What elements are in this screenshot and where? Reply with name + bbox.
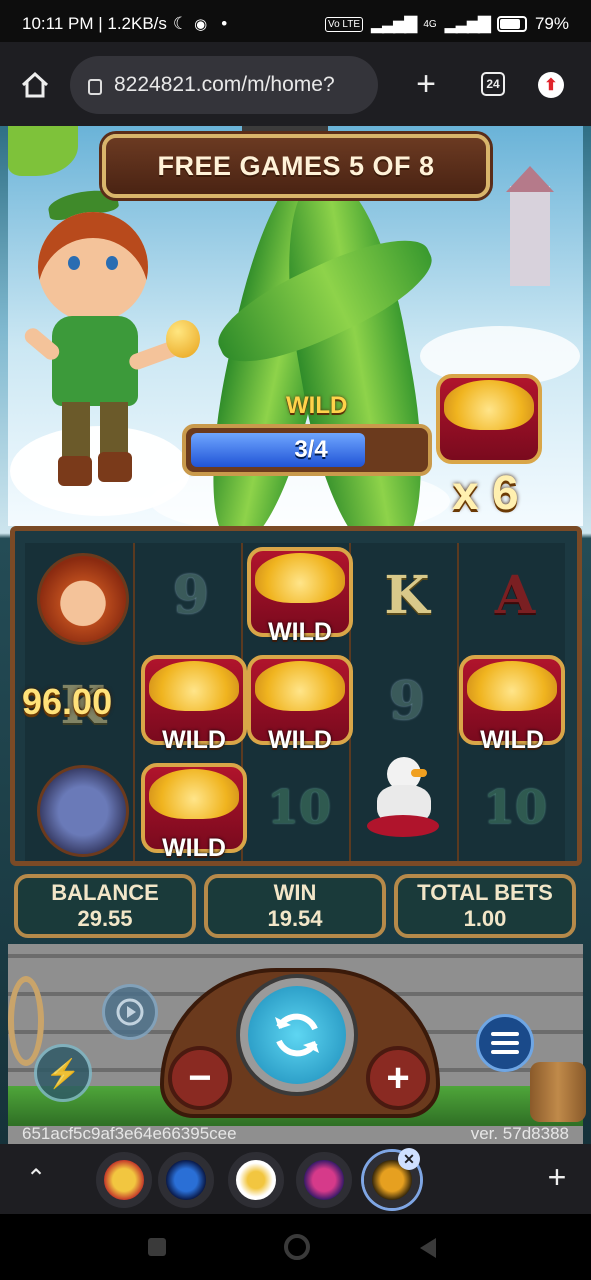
version-label: ver. 57d8388 <box>470 1124 569 1143</box>
wild-meter-label: WILD <box>286 392 348 419</box>
jack-symbol <box>37 553 129 645</box>
win-value: 19.54 <box>267 906 323 931</box>
close-tab-icon[interactable]: ✕ <box>398 1148 420 1170</box>
golden-egg-icon <box>166 320 200 358</box>
tab-favicon[interactable] <box>96 1152 152 1208</box>
total-bets-label: TOTAL BETS <box>417 880 553 905</box>
home-icon[interactable] <box>18 70 52 100</box>
tab-favicon[interactable] <box>158 1152 214 1208</box>
increase-bet-button[interactable]: + <box>366 1046 430 1110</box>
total-bets-value: 1.00 <box>463 906 507 931</box>
moon-icon: ☾ <box>172 14 189 33</box>
signal-icon: ▂▃▅▇ <box>371 14 417 33</box>
total-bets-panel: TOTAL BETS 1.00 <box>394 874 576 938</box>
lock-icon <box>88 79 102 95</box>
symbol-nine: 9 <box>172 564 210 626</box>
wild-symbol: WILD <box>135 643 253 755</box>
volte-icon: Vo LTE <box>324 16 364 32</box>
free-games-banner: FREE GAMES 5 OF 8 <box>102 134 490 198</box>
network-label: 4G <box>423 18 437 30</box>
decrease-bet-button[interactable]: − <box>168 1046 232 1110</box>
wild-symbol-text: WILD <box>162 834 226 862</box>
session-id: 651acf5c9af3e64e66395cee <box>22 1124 237 1143</box>
wild-symbol: WILD <box>241 535 359 647</box>
tab-favicon[interactable] <box>228 1152 284 1208</box>
new-tab-button[interactable]: + <box>408 65 444 103</box>
back-icon[interactable] <box>420 1238 436 1258</box>
balance-value: 29.55 <box>77 906 133 931</box>
wild-symbol-text: WILD <box>480 726 544 754</box>
win-panel: WIN 19.54 <box>204 874 386 938</box>
symbol-nine: 9 <box>388 670 426 732</box>
balance-label: BALANCE <box>51 880 159 905</box>
troll-symbol <box>37 765 129 857</box>
goose-symbol <box>367 757 439 843</box>
tab-group-bar: ⌃ ✕ + <box>0 1144 591 1214</box>
chevron-up-icon[interactable]: ⌃ <box>20 1162 52 1194</box>
update-icon[interactable]: ⬆ <box>538 72 564 98</box>
status-time: 10:11 PM | 1.2KB/s <box>22 14 167 33</box>
status-bar: 10:11 PM | 1.2KB/s ☾ ◉ • Vo LTE ▂▃▅▇ 4G … <box>0 0 591 48</box>
autoplay-button[interactable] <box>102 984 158 1040</box>
turbo-button[interactable]: ⚡ <box>34 1044 92 1102</box>
castle-icon <box>500 166 560 286</box>
symbol-ten: 10 <box>266 780 331 834</box>
home-nav-icon[interactable] <box>284 1234 310 1260</box>
messenger-icon: ◉ <box>194 16 208 33</box>
line-win-amount: 96.00 <box>22 681 113 722</box>
refresh-icon <box>275 1013 319 1057</box>
jack-character <box>21 186 208 506</box>
system-nav-bar <box>0 1214 591 1280</box>
win-label: WIN <box>273 880 317 905</box>
battery-percent: 79% <box>534 14 569 33</box>
recents-icon[interactable] <box>148 1238 166 1256</box>
symbol-a: A <box>494 564 536 626</box>
dot-icon: • <box>221 14 228 33</box>
wild-symbol-text: WILD <box>268 726 332 754</box>
browser-toolbar: 8224821.com/m/home? + 24 ⬆ <box>0 42 591 128</box>
signal-icon-2: ▂▃▅▇ <box>444 14 491 33</box>
menu-button[interactable] <box>476 1014 534 1072</box>
wild-symbol: WILD <box>241 643 359 755</box>
rope-icon <box>8 976 44 1066</box>
tab-switcher-button[interactable]: 24 <box>481 72 505 96</box>
multiplier-pot-icon <box>430 362 548 474</box>
wild-symbol: WILD <box>135 751 253 863</box>
symbol-ten: 10 <box>482 780 547 834</box>
symbol-k: K <box>384 564 430 626</box>
wild-meter-text: 3/4 <box>294 436 328 463</box>
multiplier-value: x 6 <box>452 467 519 520</box>
tab-favicon[interactable] <box>296 1152 352 1208</box>
barrel-icon <box>530 1062 586 1122</box>
balance-panel: BALANCE 29.55 <box>14 874 196 938</box>
url-field[interactable]: 8224821.com/m/home? <box>70 56 378 114</box>
spin-button[interactable] <box>240 978 354 1092</box>
hamburger-icon <box>491 1032 519 1054</box>
add-tab-button[interactable]: + <box>540 1159 574 1195</box>
url-text: 8224821.com/m/home? <box>114 73 335 96</box>
game-canvas[interactable]: ‿ FREE GAMES 5 OF 8 WILD 3/4 x 6 K 9 WIL… <box>0 126 591 1144</box>
wild-symbol: WILD <box>453 643 571 755</box>
battery-icon <box>496 16 527 32</box>
wild-meter: 3/4 <box>182 424 432 476</box>
